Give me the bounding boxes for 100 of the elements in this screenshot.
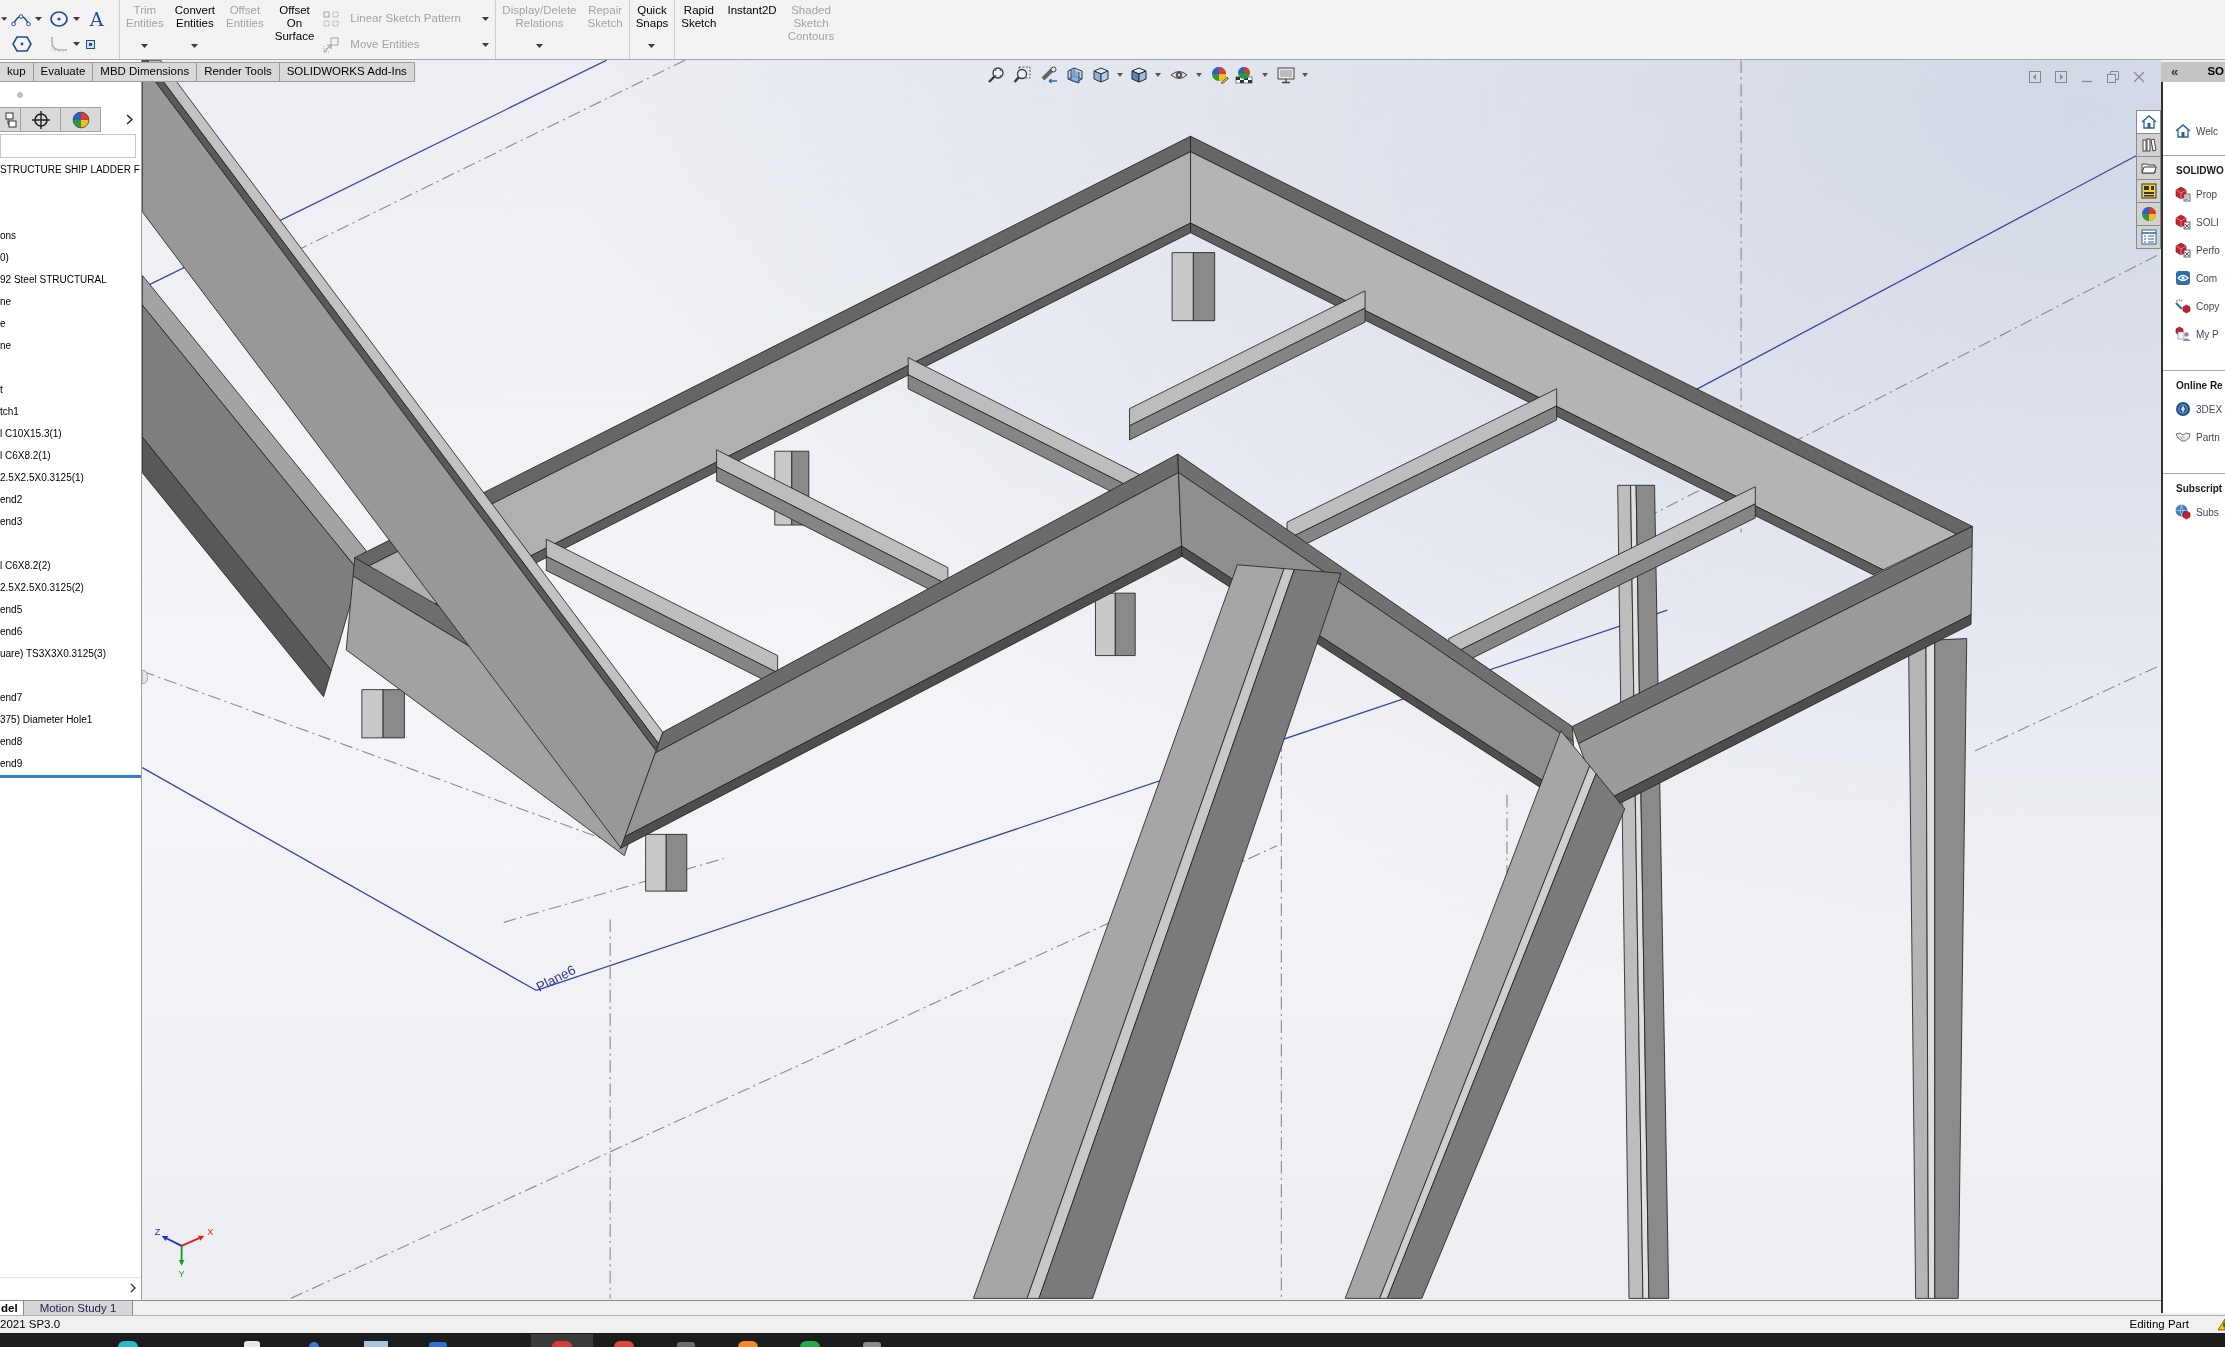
tree-item[interactable]: l C6X8.2(2) [0,560,51,572]
axis-label: Z [154,1226,161,1237]
tree-item[interactable]: 375) Diameter Hole1 [0,714,93,726]
panel-handle-icon[interactable] [142,670,148,684]
task-pane-link[interactable]: Perfo [2196,242,2220,258]
section-view-icon[interactable] [1066,66,1084,84]
caret-icon[interactable] [1302,73,1308,77]
tree-item[interactable]: ne [0,340,12,352]
task-pane-tab[interactable] [2136,225,2161,249]
command-tab[interactable]: SOLIDWORKS Add-Ins [279,62,415,82]
monitor-icon[interactable] [1277,66,1295,84]
sphere-scene-icon[interactable] [1235,66,1253,84]
command-tab[interactable]: Evaluate [33,62,94,82]
tree-item[interactable]: end7 [0,692,23,704]
task-pane-link[interactable]: Prop [2196,186,2218,202]
sphere-pencil-icon[interactable] [1211,66,1229,84]
filter-field[interactable] [0,134,136,158]
eye-tile-icon [2175,270,2191,286]
task-pane-tab[interactable] [2136,110,2161,134]
tree-item[interactable]: end6 [0,626,23,638]
zoom-to-fit-icon[interactable] [987,66,1005,84]
task-pane-link[interactable]: Partn [2196,429,2220,445]
command-tab[interactable]: Render Tools [197,62,280,82]
caret-icon [482,43,490,47]
tree-item[interactable]: end5 [0,604,23,616]
toolbar-button[interactable]: Convert Entities [170,0,219,59]
caret-icon [35,17,43,21]
caret-icon[interactable] [1,17,8,21]
tree-item[interactable]: 0) [0,252,9,264]
app-icon [800,1341,820,1347]
model-tab[interactable]: Motion Study 1 [22,1301,134,1315]
tree-item[interactable]: uare) TS3X3X0.3125(3) [0,648,106,660]
task-pane-link[interactable]: 3DEX [2196,401,2223,417]
tree-item[interactable]: end2 [0,494,23,506]
warning-icon[interactable] [2218,1318,2225,1331]
app-icon [614,1341,634,1347]
cube-crossed-box-icon [2175,242,2191,258]
close-icon[interactable] [2133,71,2145,83]
model-tab[interactable]: del [0,1301,23,1315]
tree-item[interactable]: ne [0,296,12,308]
grip-dot-icon[interactable] [17,92,23,98]
toolbar-button[interactable]: Instant2D [723,0,781,59]
tree-item[interactable]: 92 Steel STRUCTURAL [0,274,107,286]
command-tab[interactable]: MBD Dimensions [93,62,198,82]
chevron-right-icon[interactable] [126,114,133,125]
task-pane-tab[interactable] [2136,133,2161,157]
command-tab[interactable]: kup [0,62,34,82]
chevron-right-icon[interactable] [130,1282,136,1293]
panel-tab[interactable] [0,107,21,132]
caret-icon[interactable] [1155,73,1161,77]
tree-item[interactable]: l C6X8.2(1) [0,450,51,462]
fillet-icon [49,35,69,53]
caret-icon [141,44,149,48]
caret-icon [482,17,490,21]
tree-item[interactable]: e [0,318,6,330]
tile-right-icon[interactable] [2055,71,2067,83]
list-icon [2140,229,2157,245]
toolbar-button[interactable]: Offset On Surface [270,0,319,59]
task-pane-link[interactable]: SOLI [2196,214,2219,230]
globe-cube-icon [2175,504,2191,520]
tree-item[interactable]: 2.5X2.5X0.3125(1) [0,472,84,484]
task-pane-link[interactable]: My P [2196,326,2219,342]
tree-item[interactable]: end9 [0,758,23,770]
tool-button[interactable]: A [81,9,119,29]
task-pane-tab[interactable] [2136,202,2161,226]
caret-icon[interactable] [1196,73,1202,77]
tree-item[interactable]: tch1 [0,406,19,418]
zoom-to-area-icon[interactable] [1013,66,1031,84]
tree-item[interactable]: end3 [0,516,23,528]
home-icon [2140,114,2157,130]
task-pane-link[interactable]: Com [2196,270,2218,286]
caret-icon[interactable] [1262,73,1268,77]
axis-label: Y [178,1269,185,1280]
panel-tab[interactable] [21,107,61,132]
books-icon [2140,137,2157,153]
task-pane-tab[interactable] [2136,179,2161,203]
support-post [1171,252,1216,322]
task-pane-link[interactable]: Copy [2196,298,2220,314]
caret-icon [191,44,199,48]
task-pane-link[interactable]: Welc [2196,123,2219,139]
app-icon [364,1341,388,1347]
tree-item[interactable]: 2.5X2.5X0.3125(2) [0,582,84,594]
cube-icon[interactable] [1092,66,1110,84]
shaded-cube-icon[interactable] [1130,66,1148,84]
task-pane-link[interactable]: Subs [2196,504,2219,520]
tree-item[interactable]: t [0,384,3,396]
collapse-button[interactable]: « [2171,65,2179,79]
previous-view-icon[interactable] [1040,66,1058,84]
tree-item[interactable]: l C10X15.3(1) [0,428,62,440]
caret-icon[interactable] [1117,73,1123,77]
palette-tiles-icon [2140,183,2157,199]
toolbar-button[interactable]: Rapid Sketch [677,0,721,59]
panel-tab[interactable] [61,107,101,132]
tile-left-icon[interactable] [2029,71,2041,83]
toolbar-button[interactable]: Quick Snaps [631,0,673,59]
tree-item[interactable]: ons [0,230,17,242]
tree-item[interactable]: STRUCTURE SHIP LADDER F [0,164,140,176]
tree-item[interactable]: end8 [0,736,23,748]
cube-person-icon [2175,326,2191,342]
task-pane-tab[interactable] [2136,156,2161,180]
